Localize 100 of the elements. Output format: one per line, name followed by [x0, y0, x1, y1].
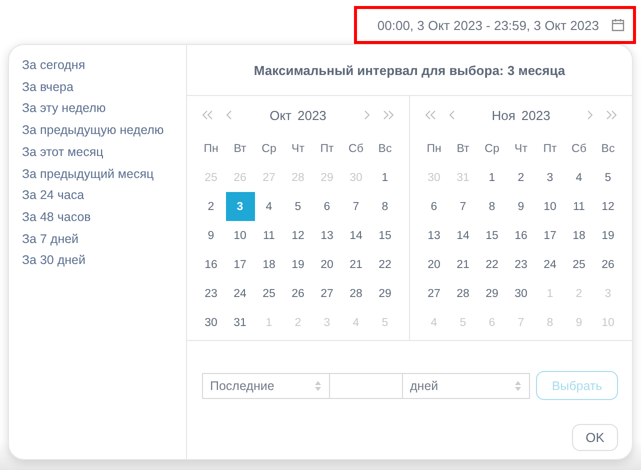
month-label[interactable]: Ноя	[492, 108, 516, 122]
number-input-field[interactable]	[330, 372, 402, 398]
calendar-day[interactable]: 29	[478, 279, 506, 308]
calendar-day[interactable]: 26	[594, 250, 622, 279]
calendar-day[interactable]: 8	[370, 192, 400, 221]
calendar-day[interactable]: 16	[506, 221, 536, 250]
calendar-day[interactable]: 5	[284, 192, 312, 221]
calendar-day[interactable]: 25	[564, 250, 594, 279]
weekday-label: Вс	[377, 142, 393, 156]
calendar-day[interactable]: 2	[196, 192, 226, 221]
calendar-day[interactable]: 6	[420, 192, 448, 221]
calendar-day[interactable]: 9	[196, 221, 226, 250]
weekday-label: Вс	[600, 142, 616, 156]
calendar-day[interactable]: 12	[594, 192, 622, 221]
calendar-day[interactable]: 7	[448, 192, 478, 221]
calendar-day[interactable]: 29	[370, 279, 400, 308]
preset-link[interactable]: За 24 часа	[22, 185, 84, 207]
calendar-day[interactable]: 30	[196, 308, 226, 337]
calendar-day[interactable]: 14	[448, 221, 478, 250]
calendar-day[interactable]: 10	[536, 192, 564, 221]
calendar-day[interactable]: 4	[254, 192, 284, 221]
calendar-day[interactable]: 17	[226, 250, 254, 279]
calendar-day[interactable]: 2	[506, 163, 536, 192]
double-chevron-right-icon[interactable]	[381, 110, 395, 120]
calendar-day[interactable]: 25	[254, 279, 284, 308]
calendar-day[interactable]: 22	[370, 250, 400, 279]
sort-arrows-icon	[514, 380, 522, 392]
ok-button[interactable]: OK	[572, 424, 618, 451]
calendar-day[interactable]: 4	[564, 163, 594, 192]
calendar-day[interactable]: 20	[312, 250, 342, 279]
chevron-left-icon[interactable]	[225, 110, 233, 120]
chevron-right-icon[interactable]	[586, 110, 594, 120]
month-label[interactable]: Окт	[270, 108, 292, 122]
date-range-field[interactable]: 00:00, 3 Окт 2023 - 23:59, 3 Окт 2023	[354, 6, 636, 44]
calendar-day[interactable]: 19	[594, 221, 622, 250]
calendar-day[interactable]: 28	[448, 279, 478, 308]
calendar-day[interactable]: 23	[506, 250, 536, 279]
chevron-left-icon[interactable]	[448, 110, 456, 120]
year-label[interactable]: 2023	[521, 108, 550, 122]
preset-link[interactable]: За предыдущий месяц	[22, 164, 154, 186]
calendar-day[interactable]: 3	[536, 163, 564, 192]
calendar-day[interactable]: 18	[254, 250, 284, 279]
weekday-label: Сб	[348, 142, 364, 156]
calendar-day[interactable]: 13	[312, 221, 342, 250]
sort-arrows-icon	[314, 380, 322, 392]
preset-link[interactable]: За эту неделю	[22, 98, 106, 120]
calendar-day[interactable]: 1	[478, 163, 506, 192]
mode-select[interactable]: Последние	[202, 372, 330, 398]
weekday-label: Вт	[232, 142, 248, 156]
weekday-label: Сб	[570, 142, 588, 156]
calendar-day[interactable]: 10	[226, 221, 254, 250]
weekday-label: Пн	[202, 142, 220, 156]
calendar-day[interactable]: 31	[226, 308, 254, 337]
calendar-day[interactable]: 20	[420, 250, 448, 279]
calendar-day[interactable]: 15	[370, 221, 400, 250]
calendar-day[interactable]: 24	[226, 279, 254, 308]
calendar-day[interactable]: 28	[342, 279, 370, 308]
unit-select[interactable]: дней	[402, 372, 530, 398]
calendar-day[interactable]: 14	[342, 221, 370, 250]
preset-link[interactable]: За 30 дней	[22, 250, 86, 272]
calendar-day[interactable]: 23	[196, 279, 226, 308]
weekday-label: Чт	[514, 142, 528, 156]
calendar-day[interactable]: 18	[564, 221, 594, 250]
double-chevron-right-icon[interactable]	[604, 110, 618, 120]
preset-link[interactable]: За этот месяц	[22, 142, 104, 164]
preset-link[interactable]: За 7 дней	[22, 228, 79, 250]
calendar-day[interactable]: 11	[564, 192, 594, 221]
calendar-day[interactable]: 8	[478, 192, 506, 221]
weekday-label: Пт	[319, 142, 335, 156]
calendar-day[interactable]: 27	[420, 279, 448, 308]
calendar-day[interactable]: 16	[196, 250, 226, 279]
calendar-day[interactable]: 6	[312, 192, 342, 221]
calendar-day[interactable]: 21	[342, 250, 370, 279]
calendar-day[interactable]: 24	[536, 250, 564, 279]
calendar-day[interactable]: 5	[594, 163, 622, 192]
calendar-day[interactable]: 15	[478, 221, 506, 250]
calendar-day[interactable]: 11	[254, 221, 284, 250]
double-chevron-left-icon[interactable]	[201, 110, 215, 120]
double-chevron-left-icon[interactable]	[424, 110, 438, 120]
calendar-icon	[611, 18, 625, 32]
calendar-day[interactable]: 26	[284, 279, 312, 308]
calendar-day[interactable]: 12	[284, 221, 312, 250]
calendar-day[interactable]: 19	[284, 250, 312, 279]
preset-link[interactable]: За 48 часов	[22, 206, 91, 229]
calendar-day[interactable]: 30	[506, 279, 536, 308]
chevron-right-icon[interactable]	[363, 110, 371, 120]
calendar-day[interactable]: 27	[312, 279, 342, 308]
calendar-day[interactable]: 21	[448, 250, 478, 279]
calendar-day[interactable]: 1	[370, 163, 400, 192]
preset-link[interactable]: За вчера	[22, 76, 74, 98]
weekday-label: Пн	[426, 142, 442, 156]
calendar-day[interactable]: 17	[536, 221, 564, 250]
preset-link[interactable]: За предыдущую неделю	[22, 120, 164, 142]
year-label[interactable]: 2023	[297, 108, 326, 122]
calendar-day[interactable]: 22	[478, 250, 506, 279]
calendar-day[interactable]: 9	[506, 192, 536, 221]
weekday-label: Ср	[260, 142, 278, 156]
preset-link[interactable]: За сегодня	[22, 55, 86, 77]
calendar-day[interactable]: 13	[420, 221, 448, 250]
calendar-day[interactable]: 7	[342, 192, 370, 221]
